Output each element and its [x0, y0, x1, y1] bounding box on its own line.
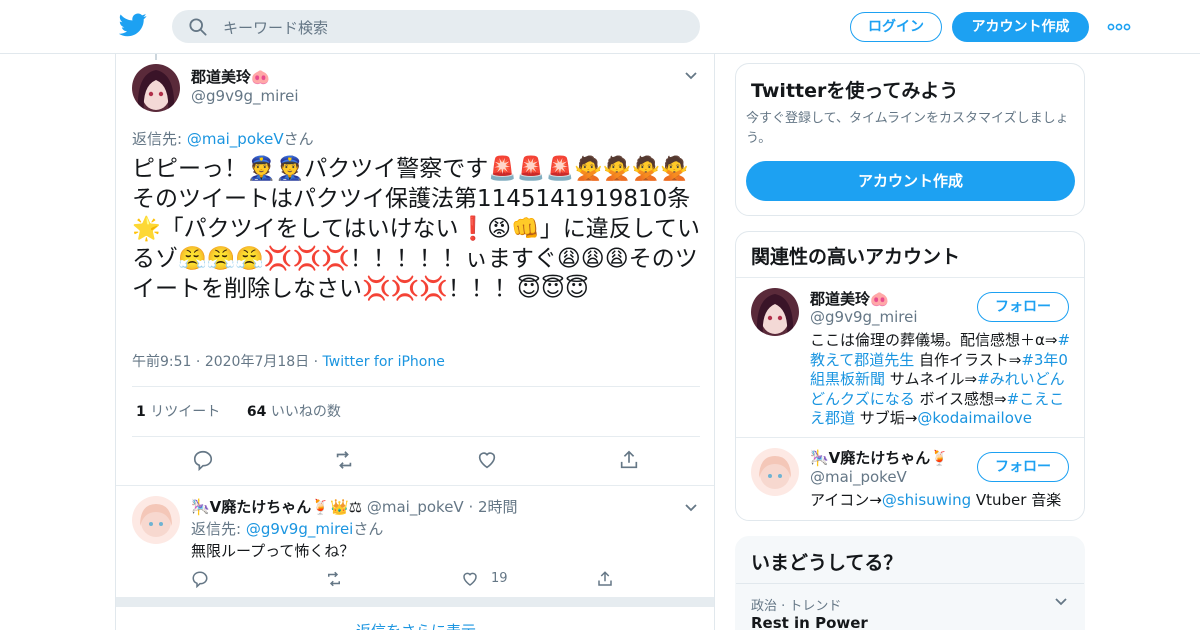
like-count: 64	[246, 404, 267, 420]
retweet-icon[interactable]	[333, 449, 355, 471]
section-separator	[116, 597, 714, 607]
bio-text: ボイス感想⇒	[914, 389, 1007, 408]
tweet-source[interactable]: Twitter for iPhone	[323, 354, 445, 370]
thread-connector	[155, 54, 157, 60]
card-title: 関連性の高いアカウント	[751, 246, 961, 268]
avatar[interactable]	[132, 64, 180, 112]
retweet-icon[interactable]	[325, 570, 343, 588]
author-name[interactable]: 郡道美玲🐽	[191, 66, 270, 87]
like-icon[interactable]	[476, 449, 498, 471]
reply-suffix: さん	[353, 520, 384, 538]
account-name[interactable]: 郡道美玲🐽	[810, 288, 889, 309]
bio-text: ここは倫理の葬儀場。配信感想＋α⇒	[810, 331, 1058, 349]
reply-to-line: 返信先: @mai_pokeVさん	[132, 128, 314, 149]
account-bio: ここは倫理の葬儀場。配信感想＋α⇒#教えて郡道先生 自作イラスト⇒#3年0組黒板…	[810, 331, 1072, 429]
card-description: 今すぐ登録して、タイムラインをカスタマイズしましょう。	[746, 111, 1069, 146]
retweet-label: リツイート	[150, 404, 221, 420]
tweet-stats: 1 リツイート 64 いいねの数	[136, 401, 341, 421]
signup-prompt-card: Twitterを使ってみよう 今すぐ登録して、タイムラインをカスタマイズしましょ…	[735, 63, 1085, 216]
related-accounts-card: 関連性の高いアカウント 郡道美玲🐽 @g9v9g_mirei フォロー ここは倫…	[735, 231, 1085, 521]
twitter-bird-icon[interactable]	[119, 13, 147, 37]
tweet-text: ピピーっ！👮👮パクツイ警察です🚨🚨🚨🙅🙅🙅🙅そのツイートはパクツイ保護法第114…	[132, 156, 701, 302]
like-stat[interactable]: 64 いいねの数	[247, 404, 341, 420]
reply-author[interactable]: 🎠V廃たけちゃん🍹👑⚖ @mai_pokeV · 2時間	[191, 496, 518, 517]
avatar[interactable]	[751, 288, 799, 336]
trends-card: いまどうしてる？ 政治 · トレンド Rest in Power	[735, 536, 1085, 630]
divider	[132, 386, 700, 387]
tweet-actions	[116, 449, 714, 473]
bio-text: サムネイル⇒	[885, 370, 978, 388]
author-handle[interactable]: @g9v9g_mirei	[191, 87, 299, 105]
reply-prefix: 返信先:	[191, 520, 246, 538]
card-title: Twitterを使ってみよう	[751, 80, 959, 102]
retweet-stat[interactable]: 1 リツイート	[136, 404, 220, 420]
bio-text: Vtuber 音楽	[971, 491, 1062, 509]
card-title: いまどうしてる？	[751, 552, 903, 574]
reply-author-handle: @mai_pokeV	[366, 498, 464, 516]
search-input[interactable]: キーワード検索	[223, 17, 328, 38]
account-bio: アイコン→@shisuwing Vtuber 音楽	[810, 491, 1072, 511]
tweet-metadata: 午前9:51 · 2020年7月18日 · Twitter for iPhone	[132, 354, 445, 370]
signup-button[interactable]: アカウント作成	[952, 12, 1089, 42]
tweet-date[interactable]: 2020年7月18日	[205, 354, 309, 370]
create-account-button[interactable]: アカウント作成	[746, 161, 1075, 201]
reply-suffix: さん	[283, 130, 314, 148]
reply-actions: 19	[191, 570, 631, 590]
reply-prefix: 返信先:	[132, 130, 187, 148]
avatar[interactable]	[132, 496, 180, 544]
like-label: いいねの数	[270, 404, 341, 420]
divider	[132, 436, 700, 437]
reply-icon[interactable]	[191, 570, 209, 588]
divider	[736, 583, 1084, 584]
reply-tweet[interactable]: 🎠V廃たけちゃん🍹👑⚖ @mai_pokeV · 2時間 返信先: @g9v9g…	[116, 486, 714, 596]
chevron-down-icon[interactable]	[1054, 597, 1068, 607]
tweet-detail-column: 郡道美玲🐽 @g9v9g_mirei 返信先: @mai_pokeVさん ピピー…	[115, 54, 715, 630]
trend-category: 政治 · トレンド	[751, 599, 842, 614]
search-icon	[189, 18, 207, 36]
reply-time[interactable]: 2時間	[478, 498, 518, 516]
share-icon[interactable]	[596, 570, 614, 588]
tweet-time[interactable]: 午前9:51	[132, 354, 191, 370]
follow-button[interactable]: フォロー	[977, 292, 1069, 322]
like-icon[interactable]	[461, 570, 479, 588]
bio-text: サブ垢→	[855, 409, 918, 427]
retweet-count: 1	[136, 404, 146, 420]
bio-text: アイコン→	[810, 491, 882, 509]
bio-link[interactable]: @kodaimailove	[917, 409, 1032, 427]
show-more-replies-link[interactable]: 返信をさらに表示	[116, 620, 714, 630]
divider	[736, 437, 1084, 438]
avatar[interactable]	[751, 448, 799, 496]
login-button[interactable]: ログイン	[850, 12, 942, 42]
bio-link[interactable]: @shisuwing	[882, 491, 971, 509]
account-handle[interactable]: @mai_pokeV	[810, 468, 907, 486]
reply-text: 無限ループって怖くね？	[191, 542, 355, 560]
chevron-down-icon[interactable]	[684, 503, 698, 513]
search-bar[interactable]: キーワード検索	[172, 10, 700, 43]
reply-like-count: 19	[491, 571, 508, 586]
reply-to-line: 返信先: @g9v9g_mireiさん	[191, 518, 383, 539]
reply-icon[interactable]	[192, 449, 214, 471]
divider	[736, 277, 1084, 278]
reply-to-link[interactable]: @mai_pokeV	[187, 130, 284, 148]
account-handle[interactable]: @g9v9g_mirei	[810, 308, 918, 326]
follow-button[interactable]: フォロー	[977, 452, 1069, 482]
share-icon[interactable]	[618, 449, 640, 471]
reply-to-link[interactable]: @g9v9g_mirei	[246, 520, 354, 538]
bio-text: 自作イラスト⇒	[914, 350, 1022, 369]
more-options-icon[interactable]	[1107, 22, 1131, 32]
trend-name[interactable]: Rest in Power	[751, 614, 868, 630]
top-navigation-bar: キーワード検索 ログイン アカウント作成	[0, 0, 1200, 54]
reply-author-name: 🎠V廃たけちゃん🍹👑⚖	[191, 498, 363, 516]
account-name[interactable]: 🎠V廃たけちゃん🍹	[810, 447, 949, 468]
chevron-down-icon[interactable]	[684, 71, 698, 81]
